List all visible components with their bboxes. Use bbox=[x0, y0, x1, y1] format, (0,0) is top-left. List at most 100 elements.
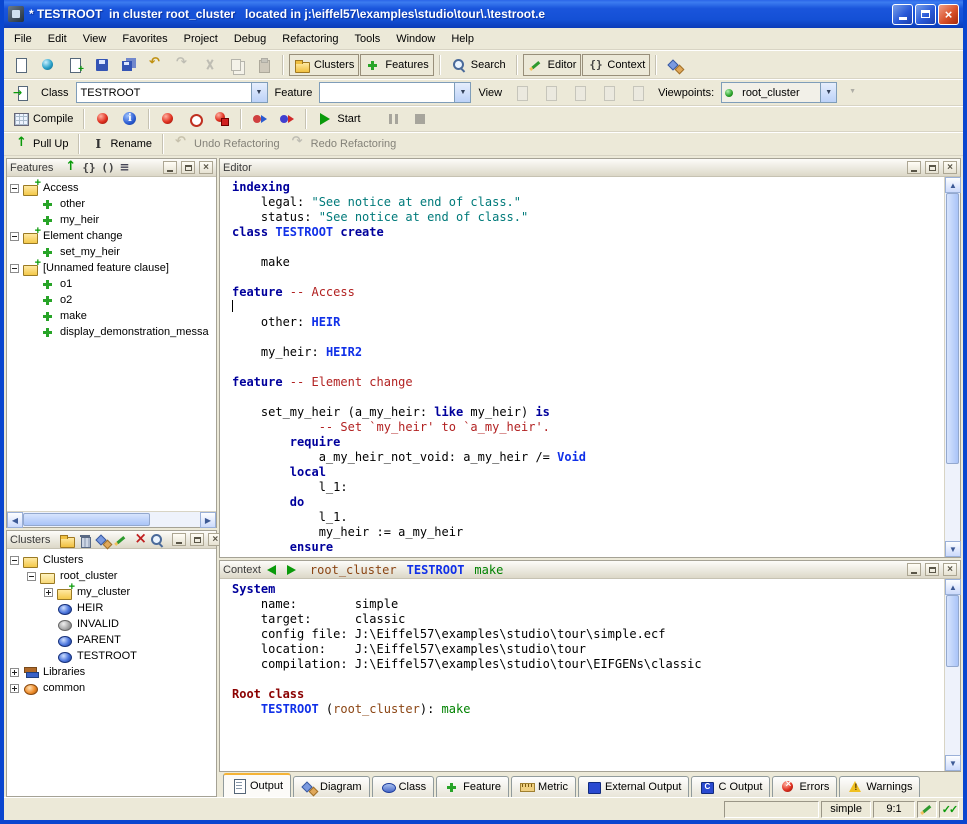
tab-feature[interactable]: Feature bbox=[436, 776, 509, 797]
scrollbar-thumb[interactable] bbox=[946, 193, 959, 464]
menu-view[interactable]: View bbox=[75, 30, 115, 48]
close-button[interactable]: × bbox=[943, 161, 957, 174]
menu-tools[interactable]: Tools bbox=[347, 30, 389, 48]
finalize-icon[interactable] bbox=[209, 108, 235, 130]
sort-features-icon[interactable] bbox=[62, 160, 78, 176]
comments-toggle-icon[interactable] bbox=[116, 160, 132, 176]
editor-button[interactable]: Editor bbox=[523, 54, 582, 76]
combo-dropdown-icon[interactable]: ▼ bbox=[251, 83, 267, 102]
tree-item-o1[interactable]: o1 bbox=[7, 276, 216, 292]
context-vertical-scrollbar[interactable]: ▲ ▼ bbox=[944, 579, 960, 771]
close-button[interactable]: × bbox=[943, 563, 957, 576]
scrollbar-thumb[interactable] bbox=[946, 595, 959, 667]
open-diagram-icon[interactable] bbox=[662, 54, 688, 76]
close-button[interactable]: × bbox=[199, 161, 213, 174]
menu-debug[interactable]: Debug bbox=[226, 30, 274, 48]
tree-item-parent[interactable]: PARENT bbox=[7, 632, 216, 648]
breadcrumb-testroot[interactable]: TESTROOT bbox=[407, 563, 465, 577]
scroll-up-icon[interactable]: ▲ bbox=[945, 177, 961, 193]
project-info-icon[interactable] bbox=[117, 108, 143, 130]
collapse-icon[interactable] bbox=[10, 184, 19, 193]
remove-item-icon[interactable] bbox=[131, 532, 147, 548]
viewpoints-combo[interactable]: root_cluster▼ bbox=[721, 82, 837, 103]
collapse-icon[interactable] bbox=[10, 232, 19, 241]
add-cluster-icon[interactable] bbox=[59, 532, 75, 548]
tree-item-heir[interactable]: HEIR bbox=[7, 600, 216, 616]
open-file-icon[interactable] bbox=[35, 54, 61, 76]
tree-item-invalid[interactable]: INVALID bbox=[7, 616, 216, 632]
maximize-button[interactable] bbox=[181, 161, 195, 174]
search-button[interactable]: Search bbox=[446, 54, 511, 76]
tree-item-libraries[interactable]: Libraries bbox=[7, 664, 216, 680]
tree-item-other[interactable]: other bbox=[7, 196, 216, 212]
history-forward-icon[interactable] bbox=[283, 562, 299, 578]
save-all-icon[interactable] bbox=[116, 54, 142, 76]
collapse-icon[interactable] bbox=[10, 556, 19, 565]
compile-button[interactable]: Compile bbox=[8, 108, 78, 130]
scroll-right-icon[interactable]: ▶ bbox=[200, 512, 216, 528]
window-minimize-button[interactable] bbox=[892, 4, 913, 25]
tree-item-my-cluster[interactable]: my_cluster bbox=[7, 584, 216, 600]
pull-up-button[interactable]: Pull Up bbox=[8, 133, 73, 155]
editor-panel-titlebar[interactable]: Editor × bbox=[220, 159, 960, 177]
menu-window[interactable]: Window bbox=[388, 30, 443, 48]
tab-c-output[interactable]: C Output bbox=[691, 776, 770, 797]
minimize-button[interactable] bbox=[172, 533, 186, 546]
collapse-icon[interactable] bbox=[27, 572, 36, 581]
tree-item-element-change[interactable]: Element change bbox=[7, 228, 216, 244]
search-cluster-icon[interactable] bbox=[149, 532, 165, 548]
tree-item-make[interactable]: make bbox=[7, 308, 216, 324]
freeze-icon[interactable] bbox=[155, 108, 181, 130]
combo-dropdown-icon[interactable]: ▼ bbox=[454, 83, 470, 102]
menu-help[interactable]: Help bbox=[443, 30, 482, 48]
expand-icon[interactable] bbox=[10, 684, 19, 693]
scroll-down-icon[interactable]: ▼ bbox=[945, 541, 961, 557]
tab-metric[interactable]: Metric bbox=[511, 776, 576, 797]
tree-item-display-demonstration-messa[interactable]: display_demonstration_messa bbox=[7, 324, 216, 340]
maximize-button[interactable] bbox=[190, 533, 204, 546]
tree-item-testroot[interactable]: TESTROOT bbox=[7, 648, 216, 664]
tree-item-root-cluster[interactable]: root_cluster bbox=[7, 568, 216, 584]
features-button[interactable]: Features bbox=[360, 54, 433, 76]
save-icon[interactable] bbox=[89, 54, 115, 76]
maximize-button[interactable] bbox=[925, 161, 939, 174]
edit-item-icon[interactable] bbox=[113, 532, 129, 548]
editor-code-area[interactable]: indexing legal: "See notice at end of cl… bbox=[220, 177, 944, 557]
window-titlebar[interactable]: * TESTROOT in cluster root_cluster locat… bbox=[4, 0, 963, 28]
minimize-button[interactable] bbox=[907, 161, 921, 174]
features-panel-titlebar[interactable]: Features × bbox=[7, 159, 216, 177]
scrollbar-track[interactable] bbox=[23, 512, 200, 527]
class-combo[interactable]: TESTROOT▼ bbox=[76, 82, 268, 103]
expand-icon[interactable] bbox=[10, 668, 19, 677]
alias-toggle-icon[interactable] bbox=[98, 160, 114, 176]
context-output-area[interactable]: System name: simple target: classic conf… bbox=[220, 579, 944, 771]
clusters-panel-titlebar[interactable]: Clusters × bbox=[7, 531, 216, 549]
tab-diagram[interactable]: Diagram bbox=[293, 776, 370, 797]
rename-button[interactable]: Rename bbox=[85, 133, 157, 155]
editor-vertical-scrollbar[interactable]: ▲ ▼ bbox=[944, 177, 960, 557]
signature-toggle-icon[interactable] bbox=[80, 160, 96, 176]
menu-file[interactable]: File bbox=[6, 30, 40, 48]
scroll-left-icon[interactable]: ◀ bbox=[7, 512, 23, 528]
class-tool-icon[interactable] bbox=[8, 82, 34, 104]
new-editor-window-icon[interactable] bbox=[62, 54, 88, 76]
scrollbar-track[interactable] bbox=[945, 193, 960, 541]
melt-icon[interactable] bbox=[90, 108, 116, 130]
tab-class[interactable]: Class bbox=[372, 776, 435, 797]
features-horizontal-scrollbar[interactable]: ◀ ▶ bbox=[7, 511, 216, 527]
window-close-button[interactable]: × bbox=[938, 4, 959, 25]
breadcrumb-make[interactable]: make bbox=[474, 563, 503, 577]
exception-handling-icon[interactable] bbox=[247, 108, 273, 130]
add-class-icon[interactable] bbox=[95, 532, 111, 548]
tree-item-clusters[interactable]: Clusters bbox=[7, 552, 216, 568]
assertion-checking-icon[interactable] bbox=[274, 108, 300, 130]
start-button[interactable]: Start bbox=[312, 108, 365, 130]
menu-refactoring[interactable]: Refactoring bbox=[274, 30, 346, 48]
feature-combo[interactable]: ▼ bbox=[319, 82, 471, 103]
scrollbar-thumb[interactable] bbox=[23, 513, 150, 526]
undo-icon[interactable] bbox=[143, 54, 169, 76]
scrollbar-track[interactable] bbox=[945, 595, 960, 755]
maximize-button[interactable] bbox=[925, 563, 939, 576]
tab-errors[interactable]: Errors bbox=[772, 776, 837, 797]
tab-output[interactable]: Output bbox=[223, 773, 291, 797]
